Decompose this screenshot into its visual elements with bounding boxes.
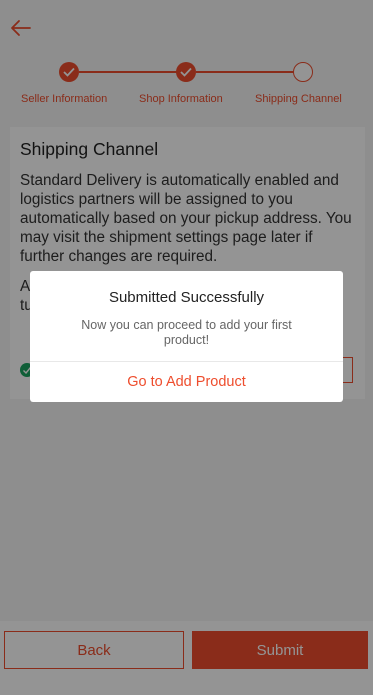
dialog-message: Now you can proceed to add your first pr… [81,318,292,347]
go-to-add-product-button[interactable]: Go to Add Product [30,362,343,402]
success-dialog: Submitted Successfully Now you can proce… [30,271,343,402]
dialog-title: Submitted Successfully [108,289,265,306]
screen: Seller Information Shop Information Ship… [0,0,373,695]
